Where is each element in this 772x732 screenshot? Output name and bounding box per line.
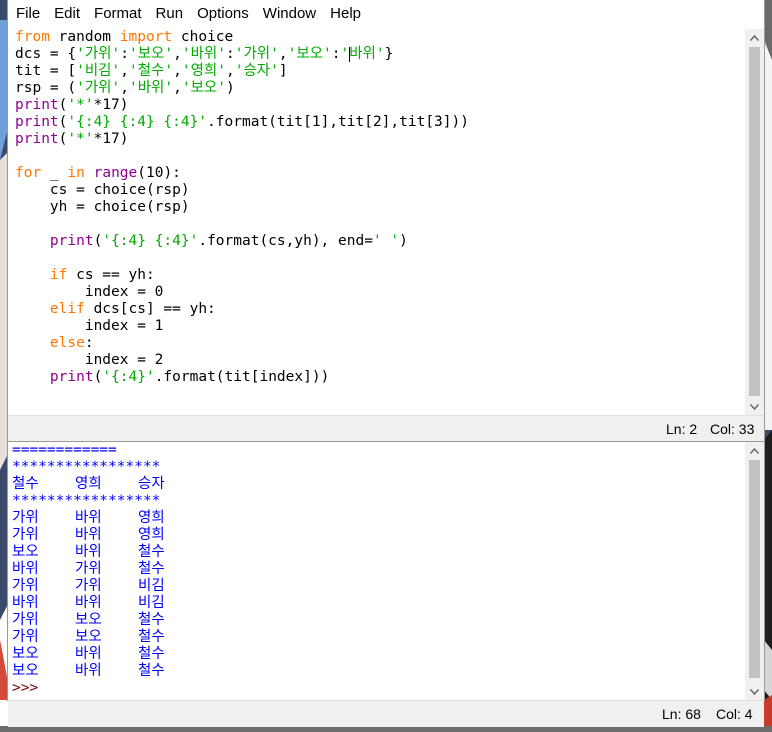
shell-column-number: Col: 4 xyxy=(716,706,753,722)
shell-prompt[interactable]: >>> xyxy=(8,680,742,697)
code-line[interactable]: tit = ['비김','철수','영희','승자'] xyxy=(10,63,744,80)
code-line[interactable]: index = 1 xyxy=(10,318,744,335)
output-result-cell: 바위 xyxy=(75,663,102,679)
scroll-up-arrow-icon[interactable] xyxy=(745,29,764,46)
output-result-row: 보오 바위 철수 xyxy=(8,646,742,663)
code-line[interactable]: elif dcs[cs] == yh: xyxy=(10,301,744,318)
output-result-cell: 철수 xyxy=(138,544,165,560)
editor-window: File Edit Format Run Options Window Help… xyxy=(8,0,764,442)
menu-format[interactable]: Format xyxy=(87,0,149,28)
output-result-cell: 철수 xyxy=(138,646,165,662)
output-result-row: 가위 가위 비김 xyxy=(8,578,742,595)
output-result-cell: 보오 xyxy=(12,544,39,560)
output-result-row: 보오 바위 철수 xyxy=(8,663,742,680)
output-result-cell: 비김 xyxy=(138,595,165,611)
code-line[interactable]: for _ in range(10): xyxy=(10,165,744,182)
menu-options[interactable]: Options xyxy=(190,0,256,28)
shell-status-bar: Ln: 68 Col: 4 xyxy=(8,700,764,727)
editor-scrollbar[interactable] xyxy=(745,29,764,415)
code-line[interactable]: index = 2 xyxy=(10,352,744,369)
menu-window[interactable]: Window xyxy=(256,0,323,28)
shell-scroll-thumb[interactable] xyxy=(749,460,760,678)
shell-line-number: Ln: 68 xyxy=(662,706,701,722)
output-result-row: 가위 보오 철수 xyxy=(8,612,742,629)
output-header-cell: 승자 xyxy=(138,476,165,492)
output-result-cell: 가위 xyxy=(12,527,39,543)
output-result-cell: 바위 xyxy=(12,595,39,611)
shell-scrollbar[interactable] xyxy=(745,442,764,700)
code-line[interactable]: print('{:4}'.format(tit[index])) xyxy=(10,369,744,386)
output-result-row: 보오 바위 철수 xyxy=(8,544,742,561)
code-line[interactable]: dcs = {'가위':'보오','바위':'가위','보오':'바위'} xyxy=(10,46,744,63)
editor-column-number: Col: 33 xyxy=(710,421,755,437)
code-line[interactable]: yh = choice(rsp) xyxy=(10,199,744,216)
code-line[interactable]: print('{:4} {:4}'.format(cs,yh), end=' '… xyxy=(10,233,744,250)
menu-file[interactable]: File xyxy=(8,0,47,28)
code-editor[interactable]: from random import choice dcs = {'가위':'보오… xyxy=(10,29,744,415)
output-result-cell: 보오 xyxy=(12,646,39,662)
output-result-row: 가위 바위 영희 xyxy=(8,510,742,527)
editor-line-number: Ln: 2 xyxy=(666,421,698,437)
output-result-cell: 바위 xyxy=(12,561,39,577)
code-line[interactable]: print('*'*17) xyxy=(10,131,744,148)
output-result-cell: 바위 xyxy=(75,544,102,560)
output-result-cell: 철수 xyxy=(138,612,165,628)
code-line[interactable]: rsp = ('가위','바위','보오') xyxy=(10,80,744,97)
scroll-down-arrow-icon[interactable] xyxy=(745,398,764,415)
code-line[interactable]: print('*'*17) xyxy=(10,97,744,114)
output-result-cell: 가위 xyxy=(12,578,39,594)
code-line[interactable]: from random import choice xyxy=(10,29,744,46)
output-result-cell: 영희 xyxy=(138,510,165,526)
output-separator: ============ xyxy=(12,442,117,458)
output-result-cell: 영희 xyxy=(138,527,165,543)
output-result-cell: 가위 xyxy=(12,612,39,628)
output-result-cell: 철수 xyxy=(138,629,165,645)
code-line[interactable] xyxy=(10,148,744,165)
editor-scroll-thumb[interactable] xyxy=(749,47,760,396)
output-result-cell: 보오 xyxy=(75,629,102,645)
shell-window: ============ ***************** 철수 영희 승자 … xyxy=(8,442,764,700)
code-line[interactable]: if cs == yh: xyxy=(10,267,744,284)
code-line[interactable] xyxy=(10,216,744,233)
menu-edit[interactable]: Edit xyxy=(47,0,87,28)
output-result-cell: 바위 xyxy=(75,646,102,662)
output-result-cell: 보오 xyxy=(75,612,102,628)
code-line[interactable]: else: xyxy=(10,335,744,352)
menu-run[interactable]: Run xyxy=(149,0,191,28)
output-header-cell: 철수 xyxy=(12,476,39,492)
code-line[interactable]: index = 0 xyxy=(10,284,744,301)
output-result-row: 바위 바위 비김 xyxy=(8,595,742,612)
editor-status-bar: Ln: 2 Col: 33 xyxy=(8,415,764,442)
output-result-cell: 철수 xyxy=(138,663,165,679)
output-result-cell: 가위 xyxy=(75,578,102,594)
menu-bar: File Edit Format Run Options Window Help xyxy=(8,0,764,28)
output-result-row: 가위 바위 영희 xyxy=(8,527,742,544)
code-line[interactable] xyxy=(10,250,744,267)
output-result-row: 바위 가위 철수 xyxy=(8,561,742,578)
scroll-down-arrow-icon[interactable] xyxy=(745,683,764,700)
output-result-cell: 가위 xyxy=(75,561,102,577)
output-stars-bottom: ***************** xyxy=(12,493,161,509)
output-result-row: 가위 보오 철수 xyxy=(8,629,742,646)
output-result-cell: 가위 xyxy=(12,510,39,526)
output-result-cell: 비김 xyxy=(138,578,165,594)
code-line[interactable]: cs = choice(rsp) xyxy=(10,182,744,199)
scroll-up-arrow-icon[interactable] xyxy=(745,442,764,459)
output-header-cell: 영희 xyxy=(75,476,102,492)
output-header-row: 철수 영희 승자 xyxy=(8,476,742,493)
output-result-cell: 바위 xyxy=(75,595,102,611)
output-result-cell: 바위 xyxy=(75,527,102,543)
output-result-cell: 바위 xyxy=(75,510,102,526)
shell-output[interactable]: ============ ***************** 철수 영희 승자 … xyxy=(8,442,742,700)
output-stars-top: ***************** xyxy=(12,459,161,475)
output-result-cell: 철수 xyxy=(138,561,165,577)
code-line[interactable]: print('{:4} {:4} {:4}'.format(tit[1],tit… xyxy=(10,114,744,131)
output-result-cell: 보오 xyxy=(12,663,39,679)
menu-help[interactable]: Help xyxy=(323,0,368,28)
output-result-cell: 가위 xyxy=(12,629,39,645)
